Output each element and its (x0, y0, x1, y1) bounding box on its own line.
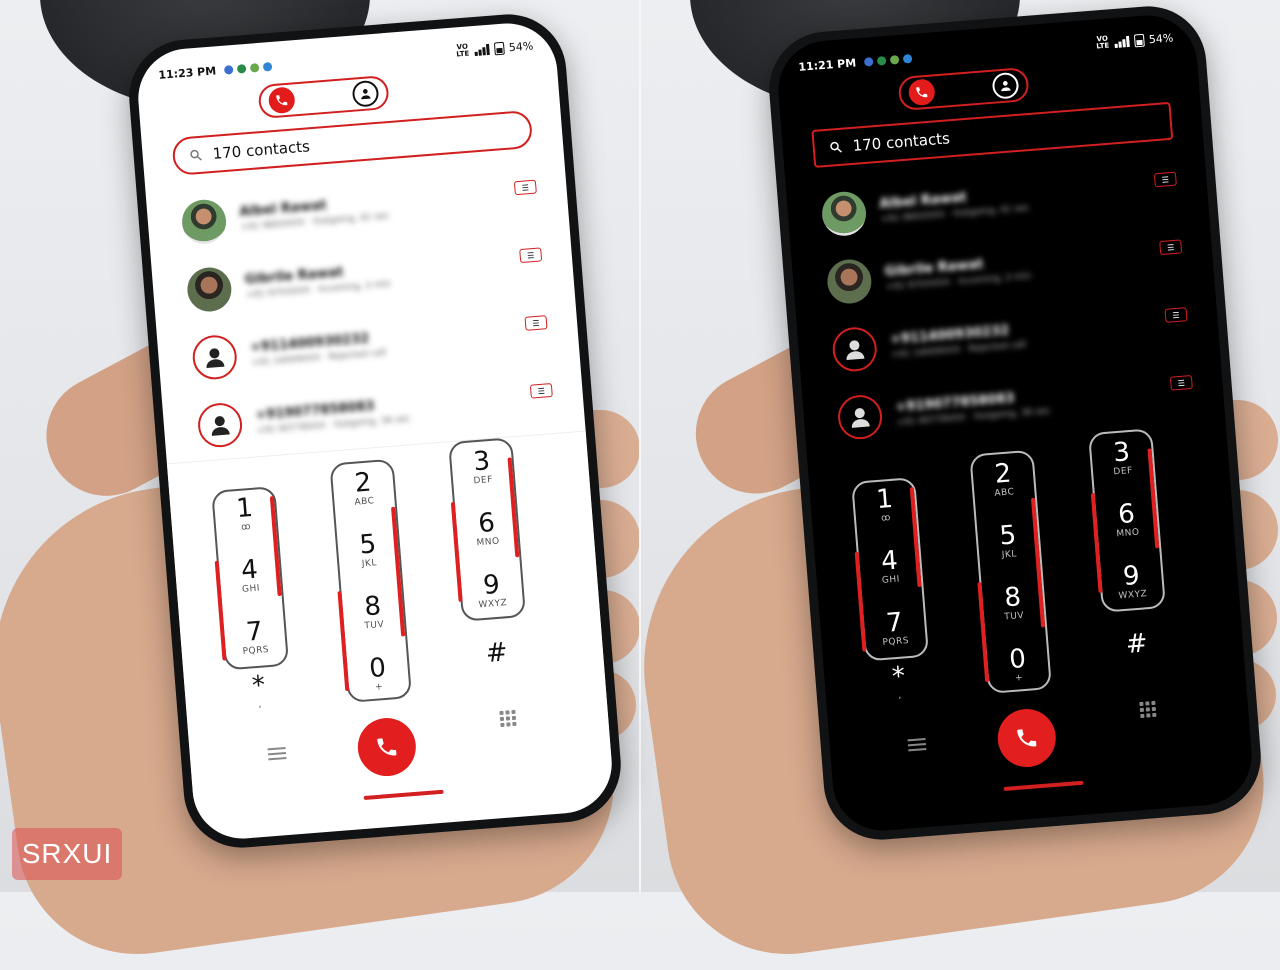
key-3[interactable]: 3 DEF (1089, 436, 1156, 479)
phone-icon (377, 738, 397, 756)
app-notification-icon (889, 54, 900, 65)
contact-card-icon[interactable]: ☰ (524, 315, 548, 331)
menu-icon[interactable] (267, 744, 287, 763)
key-2[interactable]: 2 ABC (970, 458, 1037, 501)
default-avatar-icon (836, 393, 884, 441)
key-9[interactable]: 9 WXYZ (458, 569, 525, 612)
volte-icon: VO LTE (1096, 34, 1110, 51)
phone-tab-icon[interactable] (907, 78, 936, 107)
contact-card-icon[interactable]: ☰ (1159, 239, 1183, 256)
contacts-tab-icon[interactable] (351, 79, 380, 108)
signal-icon (474, 43, 490, 56)
key-hash[interactable]: # (476, 637, 518, 669)
notification-icons (223, 61, 273, 75)
volte-icon: VO LTE (456, 42, 470, 59)
watermark-logo: SRXUI (12, 828, 122, 880)
contact-card-icon[interactable]: ☰ (1169, 374, 1193, 391)
key-7[interactable]: 7 PQRS (221, 616, 288, 659)
app-notification-icon (236, 63, 247, 74)
tab-switcher (897, 66, 1030, 112)
contact-avatar (185, 265, 234, 314)
app-notification-icon (863, 56, 874, 67)
dialpad: 1ꝏ 4 GHI 7 PQRS 2 ABC 5 JKL 8 TUV 0 + 3 DEF 6 MN… (807, 422, 1254, 814)
default-avatar-icon (196, 401, 244, 449)
key-8[interactable]: 8 TUV (980, 581, 1047, 624)
battery-percent: 54% (508, 38, 534, 54)
key-star[interactable]: *, (238, 670, 281, 711)
default-avatar-icon (191, 333, 239, 382)
contact-avatar (820, 190, 868, 238)
app-notification-icon (249, 62, 260, 73)
contact-avatar (180, 198, 228, 246)
contact-card-icon[interactable]: ☰ (529, 382, 553, 399)
search-placeholder: 170 contacts (852, 129, 951, 155)
key-3[interactable]: 3 DEF (449, 445, 516, 488)
status-time: 11:23 PM (157, 63, 217, 82)
dialpad-toggle-icon[interactable] (1139, 700, 1157, 719)
battery-icon (493, 41, 505, 55)
key-2[interactable]: 2 ABC (330, 467, 397, 510)
contact-card-icon[interactable]: ☰ (513, 179, 537, 196)
app-notification-icon (262, 61, 273, 72)
key-6[interactable]: 6 MNO (1094, 498, 1161, 541)
tab-switcher (257, 74, 390, 120)
search-placeholder: 170 contacts (212, 137, 311, 163)
status-time: 11:21 PM (797, 55, 857, 74)
key-4[interactable]: 4 GHI (856, 545, 923, 588)
key-0[interactable]: 0 + (345, 652, 412, 695)
key-5[interactable]: 5 JKL (975, 519, 1042, 562)
gesture-bar (363, 789, 444, 801)
key-1[interactable]: 1ꝏ (852, 483, 919, 526)
screen-light: 11:23 PM VO LTE 54% 170 contacts Albel R… (134, 19, 616, 843)
signal-icon (1114, 35, 1130, 48)
default-avatar-icon (831, 325, 879, 374)
phone-tab-icon[interactable] (267, 86, 296, 115)
notification-icons (863, 53, 913, 67)
battery-percent: 54% (1148, 30, 1174, 46)
call-button[interactable] (355, 715, 419, 779)
search-bar[interactable]: 170 contacts (811, 101, 1174, 168)
key-6[interactable]: 6 MNO (454, 507, 521, 550)
search-bar[interactable]: 170 contacts (171, 109, 534, 176)
key-hash[interactable]: # (1116, 628, 1158, 660)
contact-card-icon[interactable]: ☰ (1153, 171, 1177, 188)
contact-avatar (825, 257, 874, 306)
contacts-tab-icon[interactable] (991, 71, 1020, 100)
app-notification-icon (902, 53, 913, 64)
phone-icon (1017, 729, 1037, 747)
image-divider (639, 0, 641, 892)
key-5[interactable]: 5 JKL (335, 528, 402, 571)
search-icon (830, 141, 842, 153)
key-7[interactable]: 7 PQRS (861, 607, 928, 650)
contact-card-icon[interactable]: ☰ (519, 247, 543, 264)
dialpad-toggle-icon[interactable] (499, 709, 517, 728)
screen-dark: 11:21 PM VO LTE 54% 170 contacts Albel R… (774, 11, 1256, 835)
key-4[interactable]: 4 GHI (217, 554, 284, 597)
key-9[interactable]: 9 WXYZ (1098, 560, 1165, 603)
gesture-bar (1003, 780, 1084, 792)
call-button[interactable] (995, 706, 1058, 770)
menu-icon[interactable] (907, 735, 927, 754)
contact-card-icon[interactable]: ☰ (1164, 307, 1188, 323)
key-1[interactable]: 1ꝏ (212, 492, 279, 535)
app-notification-icon (223, 64, 234, 75)
key-0[interactable]: 0 + (985, 643, 1052, 686)
battery-icon (1133, 33, 1145, 47)
dialpad: 1ꝏ 4 GHI 7 PQRS 2 ABC 5 JKL 8 TUV 0 + 3 DEF 6 MN… (166, 430, 614, 824)
phone-light: 11:23 PM VO LTE 54% 170 contacts Albel R… (124, 10, 626, 852)
key-star[interactable]: *, (878, 661, 921, 702)
key-8[interactable]: 8 TUV (340, 590, 407, 633)
app-notification-icon (876, 55, 887, 66)
search-icon (190, 149, 202, 161)
phone-dark: 11:21 PM VO LTE 54% 170 contacts Albel R… (764, 2, 1266, 844)
